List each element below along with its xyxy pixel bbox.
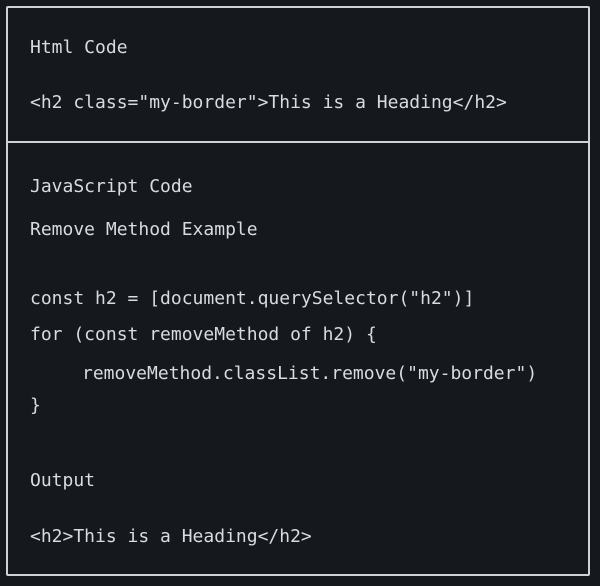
js-code-line-2: for (const removeMethod of h2) { (30, 324, 377, 345)
section-divider (8, 141, 588, 143)
html-code-snippet: <h2 class="my-border">This is a Heading<… (30, 92, 507, 113)
js-code-line-1: const h2 = [document.querySelector("h2")… (30, 288, 475, 309)
html-code-title: Html Code (30, 37, 128, 58)
js-code-line-3: removeMethod.classList.remove("my-border… (82, 363, 538, 384)
code-card: Html Code <h2 class="my-border">This is … (6, 6, 590, 576)
js-code-line-4: } (30, 395, 41, 416)
output-title: Output (30, 470, 96, 491)
javascript-code-title: JavaScript Code (30, 176, 193, 197)
remove-method-subtitle: Remove Method Example (30, 219, 258, 240)
output-code-snippet: <h2>This is a Heading</h2> (30, 526, 312, 547)
